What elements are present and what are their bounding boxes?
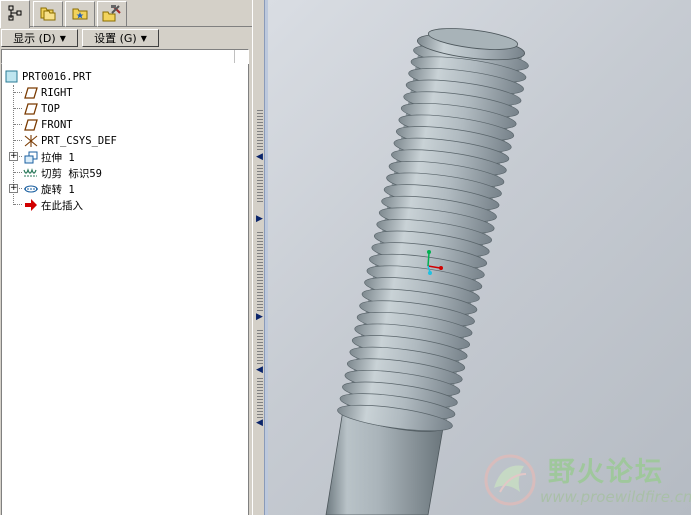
revolve-icon (23, 182, 39, 196)
tree-connector (14, 140, 22, 141)
tab-tools[interactable] (97, 1, 127, 27)
part-icon (4, 70, 20, 84)
splitter-grip[interactable] (257, 165, 263, 203)
column-divider[interactable] (234, 50, 235, 63)
tree-item-label: 旋转 1 (41, 183, 75, 196)
favorites-folder-icon (71, 4, 89, 25)
tree-item-label: TOP (41, 103, 60, 115)
tree-item-right[interactable]: RIGHT (23, 85, 73, 101)
watermark-title: 野火论坛 (548, 457, 664, 488)
settings-menu-label: 设置 (G) (94, 32, 137, 45)
navigator-panel: 显示 (D) ▼ 设置 (G) ▼ PRT0016.PRT RIGHT TOP … (0, 0, 252, 515)
splitter-grip[interactable] (257, 232, 263, 312)
tree-item-extrude[interactable]: 拉伸 1 (23, 149, 75, 165)
chevron-down-icon: ▼ (140, 33, 147, 43)
watermark: 野火论坛 www.proewildfire.cn (478, 448, 691, 515)
tree-connector (14, 204, 22, 205)
datum-plane-icon (23, 118, 39, 132)
graphics-viewport[interactable] (268, 0, 691, 515)
tree-item-label: RIGHT (41, 87, 73, 99)
datum-plane-icon (23, 86, 39, 100)
tree-item-cut[interactable]: 切剪 标识59 (23, 165, 102, 181)
tree-item-label: PRT_CSYS_DEF (41, 135, 117, 147)
tab-favorites[interactable] (65, 1, 95, 27)
model-tree-icon (7, 5, 23, 24)
tree-column-header[interactable] (1, 49, 249, 64)
chevron-right-icon[interactable]: ▶ (256, 214, 263, 224)
chevron-right-icon[interactable]: ▶ (256, 312, 263, 322)
watermark-url: www.proewildfire.cn (540, 488, 691, 506)
tree-connector (14, 92, 22, 93)
tab-model-tree[interactable] (0, 0, 30, 28)
model-tree[interactable]: PRT0016.PRT RIGHT TOP FRONT PRT_CSYS_DEF… (1, 64, 249, 515)
tree-root-item[interactable]: PRT0016.PRT (4, 69, 92, 85)
settings-menu-button[interactable]: 设置 (G) ▼ (82, 29, 159, 47)
tree-item-label: 在此插入 (41, 199, 83, 212)
chevron-left-icon[interactable]: ◀ (256, 152, 263, 162)
tree-connector (14, 108, 22, 109)
tree-item-label: FRONT (41, 119, 73, 131)
chevron-down-icon: ▼ (59, 33, 66, 43)
tree-item-insert-here[interactable]: 在此插入 (23, 197, 83, 213)
splitter-grip[interactable] (257, 378, 263, 418)
chevron-left-icon[interactable]: ◀ (256, 365, 263, 375)
navigator-tab-strip (0, 0, 252, 28)
watermark-logo-icon (484, 454, 536, 506)
chevron-left-icon[interactable]: ◀ (256, 418, 263, 428)
tree-item-revolve[interactable]: 旋转 1 (23, 181, 75, 197)
expand-toggle[interactable]: + (9, 152, 18, 161)
thread-rings (337, 44, 529, 432)
show-menu-label: 显示 (D) (13, 32, 56, 45)
splitter-grip[interactable] (257, 330, 263, 365)
datum-plane-icon (23, 102, 39, 116)
splitter-grip[interactable] (257, 110, 263, 150)
navigator-toolbar: 显示 (D) ▼ 设置 (G) ▼ (0, 28, 252, 48)
show-menu-button[interactable]: 显示 (D) ▼ (1, 29, 78, 47)
tree-item-label: 切剪 标识59 (41, 167, 102, 180)
panel-splitter[interactable]: ◀ ▶ ▶ ◀ ◀ (252, 0, 268, 515)
expand-toggle[interactable]: + (9, 184, 18, 193)
tab-folder-browser[interactable] (33, 1, 63, 27)
tree-item-label: PRT0016.PRT (22, 71, 92, 83)
tree-item-label: 拉伸 1 (41, 151, 75, 164)
tree-item-top[interactable]: TOP (23, 101, 60, 117)
bolt-model[interactable] (268, 0, 691, 515)
folder-browser-icon (39, 4, 57, 25)
insert-here-arrow-icon (23, 198, 39, 212)
tree-connector (14, 124, 22, 125)
tree-item-front[interactable]: FRONT (23, 117, 73, 133)
cut-thread-icon (23, 166, 39, 180)
extrude-icon (23, 150, 39, 164)
tools-icon (102, 4, 122, 25)
coordinate-system-icon (23, 134, 39, 148)
tree-connector (14, 172, 22, 173)
tree-item-csys[interactable]: PRT_CSYS_DEF (23, 133, 117, 149)
